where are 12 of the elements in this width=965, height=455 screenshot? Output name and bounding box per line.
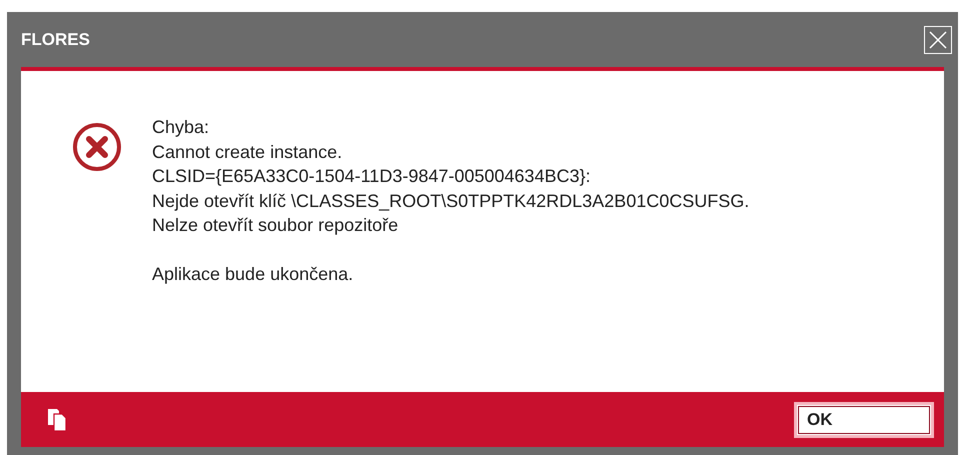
error-icon [71,121,123,173]
message-line: Aplikace bude ukončena. [152,263,354,286]
close-button[interactable] [924,26,952,54]
message-line: Nelze otevřít soubor repozitoře [152,214,400,237]
message-line: Nejde otevřít klíč \CLASSES_ROOT\S0TPPTK42RDL3A2B01C0CSUFSG. [152,190,750,213]
ok-button[interactable]: OK [794,402,934,438]
close-icon [928,30,948,50]
message-line: Cannot create instance. [152,140,344,164]
message-line: CLSID={E65A33C0-1504-11D3-9847-005004634BC3}: [152,165,592,188]
copy-icon[interactable] [47,408,67,432]
window-title: FLORES [21,28,90,51]
message-line: Chyba: [152,116,210,139]
